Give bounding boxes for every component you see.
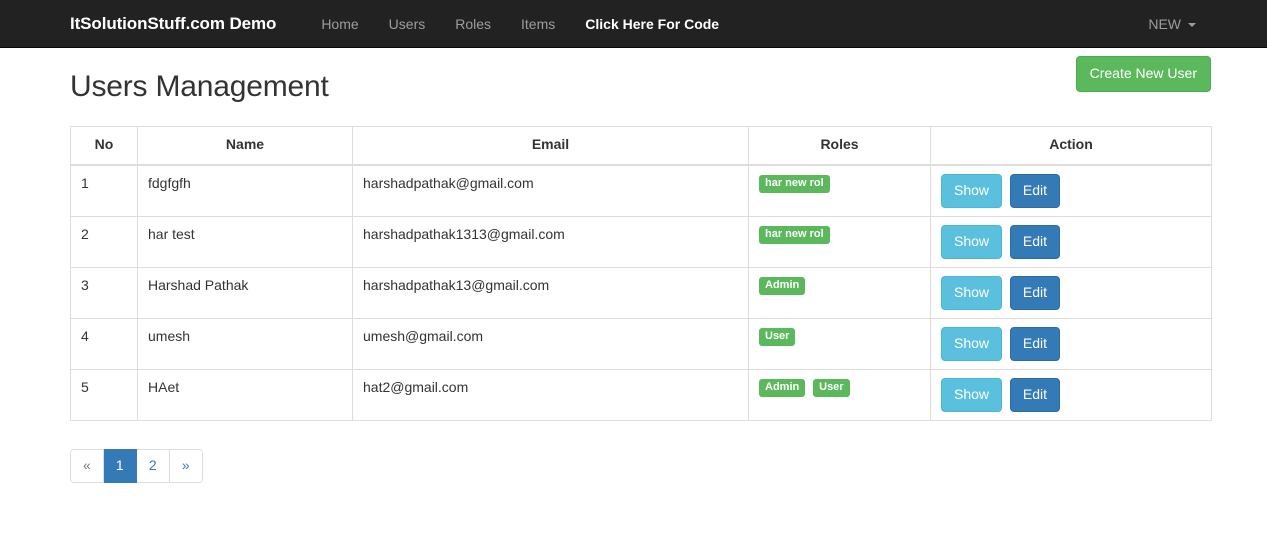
edit-button[interactable]: Edit — [1009, 275, 1061, 310]
nav-link-roles[interactable]: Roles — [440, 0, 506, 48]
nav-item-users[interactable]: Users — [374, 0, 441, 48]
pagination-page-1-link[interactable]: 1 — [103, 448, 137, 483]
cell-no: 4 — [70, 317, 138, 370]
edit-button[interactable]: Edit — [1009, 326, 1061, 361]
cell-roles: har new rol — [748, 215, 931, 268]
nav-link-home[interactable]: Home — [306, 0, 373, 48]
cell-action: Show Edit — [930, 164, 1212, 217]
cell-action: Show Edit — [930, 215, 1212, 268]
top-navbar: ItSolutionStuff.com Demo Home Users Role… — [0, 0, 1267, 48]
nav-link-click-here-for-code[interactable]: Click Here For Code — [570, 0, 734, 48]
pagination-page-1[interactable]: 1 — [103, 448, 137, 483]
cell-no: 1 — [70, 164, 138, 217]
cell-no: 5 — [70, 368, 138, 421]
edit-button[interactable]: Edit — [1009, 173, 1061, 208]
pagination-next[interactable]: » — [169, 448, 203, 483]
cell-email: harshadpathak13@gmail.com — [352, 266, 749, 319]
show-button[interactable]: Show — [941, 326, 1003, 361]
cell-name: har test — [137, 215, 353, 268]
nav-dropdown-new[interactable]: NEW — [1133, 0, 1211, 48]
table-row: 1 fdgfgfh harshadpathak@gmail.com har ne… — [70, 164, 1212, 217]
navbar-brand[interactable]: ItSolutionStuff.com Demo — [70, 0, 276, 48]
cell-name: umesh — [137, 317, 353, 370]
pagination-prev-link[interactable]: « — [70, 448, 104, 483]
nav-dropdown-new-label: NEW — [1148, 15, 1181, 32]
cell-no: 2 — [70, 215, 138, 268]
pagination-prev[interactable]: « — [70, 448, 104, 483]
cell-action: Show Edit — [930, 317, 1212, 370]
pagination-container: « 1 2 » — [70, 448, 1211, 483]
show-button[interactable]: Show — [941, 173, 1003, 208]
edit-button[interactable]: Edit — [1009, 224, 1061, 259]
column-header-roles: Roles — [748, 125, 931, 166]
nav-link-items[interactable]: Items — [506, 0, 570, 48]
cell-roles: har new rol — [748, 164, 931, 217]
role-badge: User — [759, 328, 796, 347]
nav-item-items[interactable]: Items — [506, 0, 570, 48]
column-header-email: Email — [352, 125, 749, 166]
users-table-head: No Name Email Roles Action — [70, 125, 1212, 166]
table-row: 5 HAet hat2@gmail.com Admin User Show Ed… — [70, 368, 1212, 421]
cell-action: Show Edit — [930, 368, 1212, 421]
table-row: 3 Harshad Pathak harshadpathak13@gmail.c… — [70, 266, 1212, 319]
role-badge: har new rol — [759, 175, 830, 194]
page-title: Users Management — [70, 70, 329, 103]
cell-email: harshadpathak1313@gmail.com — [352, 215, 749, 268]
nav-item-roles[interactable]: Roles — [440, 0, 506, 48]
column-header-action: Action — [930, 125, 1212, 166]
cell-no: 3 — [70, 266, 138, 319]
pagination-next-link[interactable]: » — [169, 448, 203, 483]
cell-roles: Admin User — [748, 368, 931, 421]
pagination: « 1 2 » — [70, 448, 203, 483]
cell-email: harshadpathak@gmail.com — [352, 164, 749, 217]
show-button[interactable]: Show — [941, 224, 1003, 259]
cell-email: hat2@gmail.com — [352, 368, 749, 421]
cell-name: Harshad Pathak — [137, 266, 353, 319]
nav-item-click-here-for-code[interactable]: Click Here For Code — [570, 0, 734, 48]
navbar-menu: Home Users Roles Items Click Here For Co… — [306, 0, 734, 48]
create-new-user-button[interactable]: Create New User — [1075, 56, 1211, 92]
nav-item-home[interactable]: Home — [306, 0, 373, 48]
role-badge: User — [813, 379, 850, 398]
edit-button[interactable]: Edit — [1009, 377, 1061, 412]
column-header-no: No — [70, 125, 138, 166]
table-header-row: No Name Email Roles Action — [70, 125, 1212, 166]
cell-roles: Admin — [748, 266, 931, 319]
page-header: Users Management Create New User — [70, 48, 1211, 126]
cell-name: fdgfgfh — [137, 164, 353, 217]
navbar-inner: ItSolutionStuff.com Demo Home Users Role… — [0, 0, 1267, 48]
caret-down-icon — [1188, 22, 1196, 27]
navbar-right: NEW — [1133, 0, 1211, 48]
cell-email: umesh@gmail.com — [352, 317, 749, 370]
show-button[interactable]: Show — [941, 275, 1003, 310]
role-badge: Admin — [759, 277, 806, 296]
pagination-page-2[interactable]: 2 — [136, 448, 170, 483]
cell-action: Show Edit — [930, 266, 1212, 319]
cell-name: HAet — [137, 368, 353, 421]
users-table-body: 1 fdgfgfh harshadpathak@gmail.com har ne… — [70, 164, 1212, 421]
table-row: 4 umesh umesh@gmail.com User Show Edit — [70, 317, 1212, 370]
column-header-name: Name — [137, 125, 353, 166]
page-container: Users Management Create New User No Name… — [0, 48, 1267, 483]
role-badge: Admin — [759, 379, 806, 398]
table-row: 2 har test harshadpathak1313@gmail.com h… — [70, 215, 1212, 268]
pagination-page-2-link[interactable]: 2 — [136, 448, 170, 483]
role-badge: har new rol — [759, 226, 830, 245]
cell-roles: User — [748, 317, 931, 370]
users-table: No Name Email Roles Action 1 fdgfgfh har… — [70, 125, 1212, 421]
show-button[interactable]: Show — [941, 377, 1003, 412]
nav-link-users[interactable]: Users — [374, 0, 441, 48]
